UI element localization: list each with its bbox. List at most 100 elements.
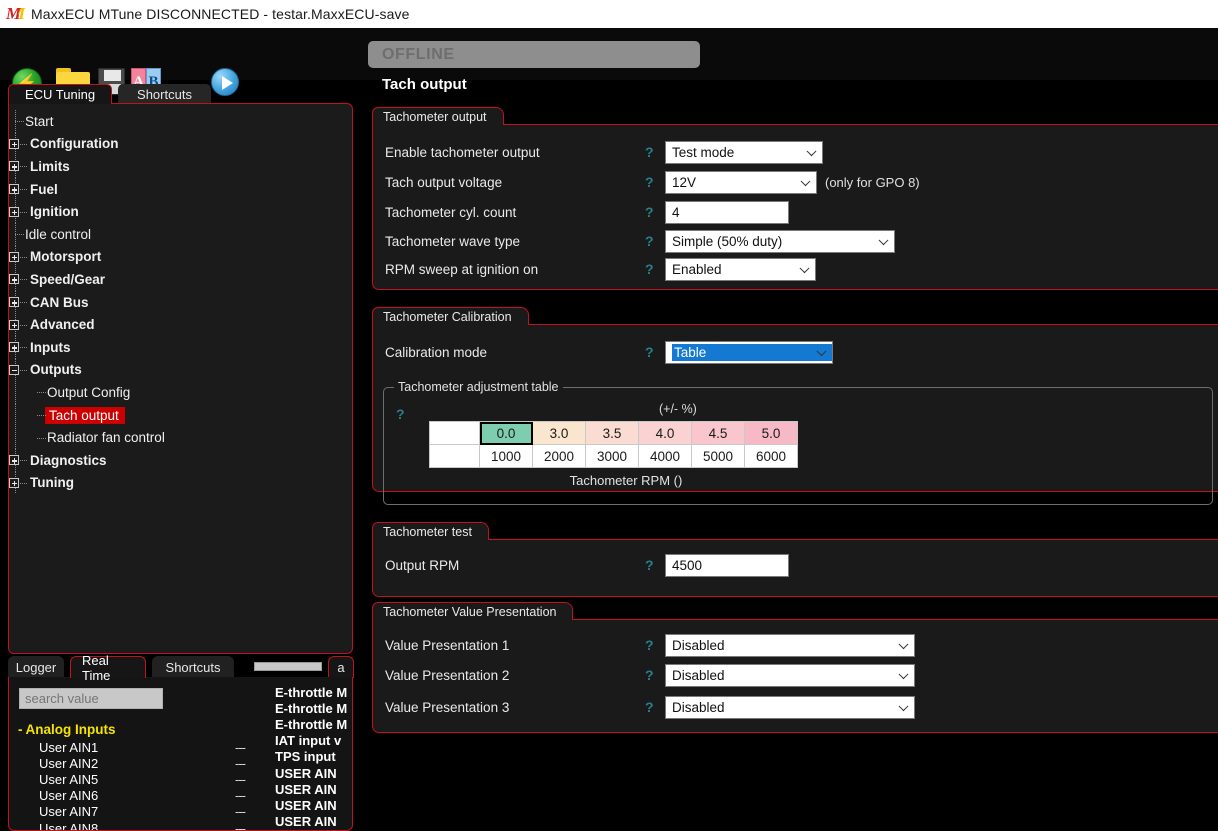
help-icon-value-presentation-1[interactable]: ? [645,637,654,653]
dropdown-tachometer-wave-type-value: Simple (50% duty) [672,233,783,249]
table-row-rpm: 1000 2000 3000 4000 5000 6000 [429,444,798,468]
help-icon-adjustment-table[interactable]: ? [396,406,405,422]
tree-item-idle-control[interactable]: Idle control [9,222,352,246]
expand-plus-icon[interactable] [9,206,19,217]
dropdown-value-presentation-3[interactable]: Disabled [665,695,915,719]
collapse-toggle-icon[interactable]: - [18,722,23,737]
help-icon-value-presentation-3[interactable]: ? [645,699,654,715]
table-value-cell[interactable]: 3.0 [532,421,586,445]
table-axis-cell[interactable]: 3000 [585,444,639,468]
realtime-row[interactable]: User AIN8 --- [39,820,246,830]
expand-plus-icon[interactable] [9,138,19,149]
tree-item-tuning[interactable]: Tuning [9,471,352,495]
realtime-right-column: E-throttle M E-throttle M E-throttle M IAT … [275,684,353,831]
expand-plus-icon[interactable] [9,161,19,172]
table-axis-cell[interactable]: 6000 [744,444,798,468]
label-calibration-mode: Calibration mode [385,344,488,360]
expand-plus-icon[interactable] [9,184,19,195]
expand-plus-icon[interactable] [9,455,19,466]
realtime-row[interactable]: User AIN1 --- [39,739,246,755]
dropdown-value-presentation-2[interactable]: Disabled [665,663,915,687]
table-axis-cell[interactable]: 4000 [638,444,692,468]
table-value-cell[interactable]: 5.0 [744,421,798,445]
tree-item-advanced[interactable]: Advanced [9,313,352,336]
realtime-row[interactable]: User AIN7 --- [39,804,246,820]
help-icon-output-rpm[interactable]: ? [645,557,654,573]
dropdown-value-presentation-1[interactable]: Disabled [665,633,915,657]
ecu-tuning-tree-panel[interactable]: Start Configuration Limits Fuel Ignition Idle… [8,103,353,654]
table-value-cell[interactable]: 0.0 [479,421,533,445]
help-icon-calibration-mode[interactable]: ? [645,344,654,360]
dropdown-tach-output-voltage[interactable]: 12V [665,170,817,194]
table-axis-cell[interactable]: 2000 [532,444,586,468]
help-icon-enable-tachometer-output[interactable]: ? [645,144,654,160]
dropdown-calibration-mode[interactable]: Table [665,340,833,364]
tree-item-inputs[interactable]: Inputs [9,335,352,359]
adjustment-table-axis-label: Tachometer RPM () [569,473,683,488]
expand-plus-icon[interactable] [9,297,19,308]
realtime-row[interactable]: User AIN2 --- [39,755,246,771]
input-tachometer-cyl-count[interactable]: 4 [665,200,789,224]
tree-item-radiator-fan-control[interactable]: Radiator fan control [9,426,352,449]
table-axis-cell[interactable]: 1000 [479,444,533,468]
realtime-row-value: --- [235,739,246,755]
help-icon-rpm-sweep-at-ignition-on[interactable]: ? [645,261,654,277]
dropdown-enable-tachometer-output[interactable]: Test mode [665,140,823,164]
tree-item-diagnostics[interactable]: Diagnostics [9,448,352,472]
dropdown-tachometer-wave-type[interactable]: Simple (50% duty) [665,229,895,253]
tab-shortcuts[interactable]: Shortcuts [118,84,211,104]
tree-item-outputs[interactable]: Outputs [9,358,352,382]
realtime-row[interactable]: User AIN5 --- [39,771,246,787]
tree-item-label: Inputs [30,339,71,355]
realtime-row-name: User AIN7 [39,804,99,820]
realtime-group-header[interactable]: - Analog Inputs [18,722,116,737]
realtime-row-value: --- [235,820,246,831]
expand-plus-icon[interactable] [9,319,19,330]
tree-item-configuration[interactable]: Configuration [9,132,352,156]
input-output-rpm[interactable]: 4500 [665,553,789,577]
tab-logger[interactable]: Logger [8,656,64,678]
tabstrip-scrollbar[interactable] [254,662,322,671]
search-input[interactable] [19,688,163,709]
table-axis-cell[interactable]: 5000 [691,444,745,468]
tree-branch-connector [20,246,28,269]
help-icon-tach-output-voltage[interactable]: ? [645,174,654,190]
expand-plus-icon[interactable] [9,274,19,285]
help-icon-tachometer-wave-type[interactable]: ? [645,233,654,249]
dropdown-rpm-sweep-at-ignition-on[interactable]: Enabled [665,257,816,281]
table-value-cell[interactable]: 4.0 [638,421,692,445]
tab-shortcuts-bottom[interactable]: Shortcuts [152,656,234,678]
tree-item-output-config[interactable]: Output Config [9,381,352,404]
realtime-row[interactable]: User AIN6 --- [39,788,246,804]
tab-ecu-tuning[interactable]: ECU Tuning [8,84,112,104]
expand-plus-icon[interactable] [9,477,19,488]
play-icon[interactable] [211,68,239,96]
row-tachometer-cyl-count: Tachometer cyl. count ? 4 [373,199,1218,225]
tree-item-motorsport[interactable]: Motorsport [9,245,352,269]
tree-guide-line [15,403,16,427]
tree-item-label: Output Config [47,384,131,400]
tree-item-tach-output[interactable]: Tach output [9,403,352,427]
expand-plus-icon[interactable] [9,251,19,262]
tree-item-limits[interactable]: Limits [9,155,352,178]
expand-plus-icon[interactable] [9,342,19,353]
tree-item-can-bus[interactable]: CAN Bus [9,290,352,314]
realtime-right-item: E-throttle M [275,700,348,716]
tree-leaf-connector [9,110,24,133]
row-output-rpm: Output RPM ? 4500 [373,552,1218,578]
tree-item-fuel[interactable]: Fuel [9,177,352,201]
table-value-cell[interactable]: 3.5 [585,421,639,445]
tree-item-start[interactable]: Start [9,110,352,133]
tab-shortcuts-bottom-label: Shortcuts [165,660,221,675]
tachometer-adjustment-table[interactable]: 0.0 3.0 3.5 4.0 4.5 5.0 1000 2000 3000 4000 5000 6… [429,421,798,468]
tree-item-ignition[interactable]: Ignition [9,200,352,223]
tab-real-time[interactable]: Real Time [70,653,146,683]
help-icon-tachometer-cyl-count[interactable]: ? [645,204,654,220]
help-icon-value-presentation-2[interactable]: ? [645,667,654,683]
tab-ecu-tuning-label: ECU Tuning [24,87,96,102]
tab-a[interactable]: a [328,656,354,678]
tree-item-speed-gear[interactable]: Speed/Gear [9,268,352,291]
table-value-cell[interactable]: 4.5 [691,421,745,445]
collapse-minus-icon[interactable] [9,364,19,375]
dropdown-value-presentation-1-value: Disabled [672,637,725,653]
